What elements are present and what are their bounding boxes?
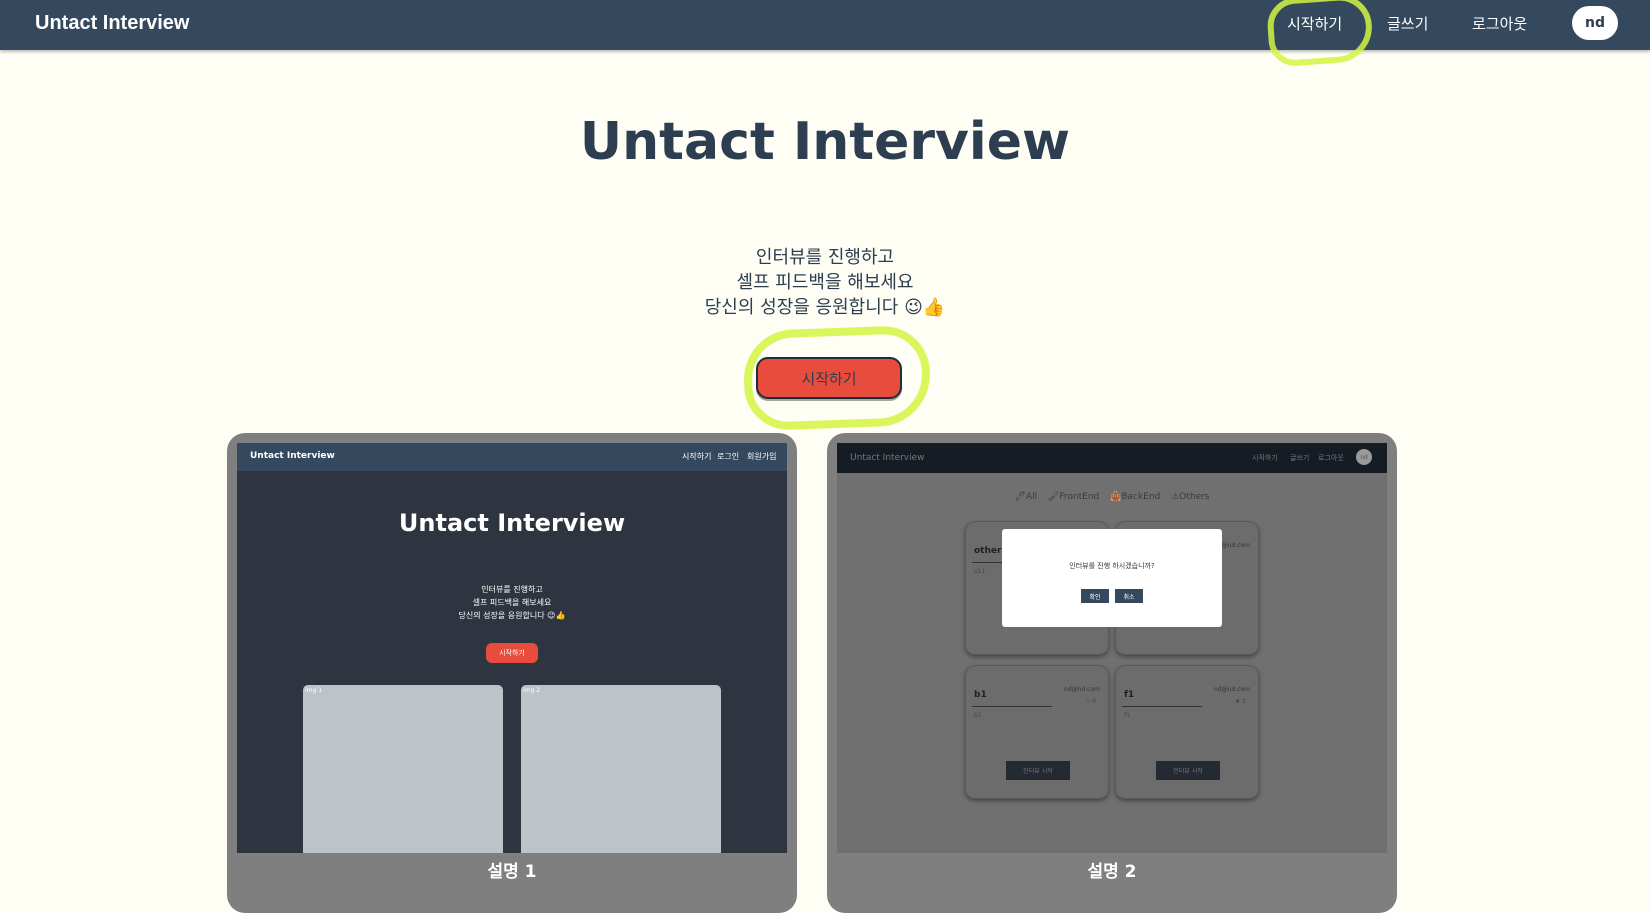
preview-brand: Untact Interview bbox=[850, 453, 925, 463]
preview-title: Untact Interview bbox=[398, 509, 626, 537]
feature-card-2: Untact Interview 시작하기 글쓰기 로그아웃 nd 🖊All 🖌… bbox=[827, 433, 1397, 913]
card-caption-1: 설명 1 bbox=[487, 862, 537, 882]
preview-filter-others: ⚠Others bbox=[1171, 492, 1210, 502]
brand-logo[interactable]: Untact Interview bbox=[35, 12, 189, 35]
board-preview: Untact Interview 시작하기 글쓰기 로그아웃 nd 🖊All 🖌… bbox=[837, 443, 1387, 853]
preview-confirm-modal: 인터뷰를 진행 하시겠습니까? 확인 취소 bbox=[1002, 529, 1222, 627]
preview-interview-button: 인터뷰 시작 bbox=[1156, 761, 1220, 780]
nav-start-link[interactable]: 시작하기 bbox=[1287, 13, 1342, 34]
preview-post-body: f1 bbox=[1124, 712, 1130, 719]
preview-link: 회원가입 bbox=[747, 452, 777, 461]
divider bbox=[972, 706, 1052, 707]
preview-panel-label: img 1 bbox=[305, 687, 323, 694]
preview-post-card: b1 nd@nd.com ☆ 0 b1 인터뷰 시작 bbox=[965, 665, 1109, 799]
preview-panel-label: img 2 bbox=[523, 687, 541, 694]
preview-modal-ok: 확인 bbox=[1081, 589, 1109, 603]
nav-logout-link[interactable]: 로그아웃 bbox=[1472, 13, 1527, 34]
user-avatar[interactable]: nd bbox=[1572, 6, 1618, 40]
preview-filter-all: 🖊All bbox=[1014, 492, 1038, 502]
preview-navbar: Untact Interview 시작하기 글쓰기 로그아웃 nd bbox=[837, 443, 1387, 473]
card-caption-2: 설명 2 bbox=[1087, 862, 1137, 882]
preview-post-card: f1 nd@nd.com ★ 1 f1 인터뷰 시작 bbox=[1115, 665, 1259, 799]
top-navbar: Untact Interview 시작하기 글쓰기 로그아웃 nd bbox=[0, 0, 1650, 50]
preview-filter-bar: 🖊All 🖌FrontEnd 👜BackEnd ⚠Others bbox=[837, 492, 1387, 502]
preview-post-rating: ★ 1 bbox=[1234, 698, 1246, 705]
preview-post-title: b1 bbox=[974, 690, 987, 700]
card-screenshot-1: Untact Interview 시작하기 로그인 회원가입 Untact In… bbox=[237, 443, 787, 853]
preview-link: 로그아웃 bbox=[1318, 454, 1344, 462]
hero-line-3: 당신의 성장을 응원합니다 bbox=[704, 297, 899, 318]
feature-card-1: Untact Interview 시작하기 로그인 회원가입 Untact In… bbox=[227, 433, 797, 913]
preview-post-body: o11 bbox=[974, 568, 986, 575]
preview-line: 인터뷰를 진행하고 bbox=[481, 585, 543, 594]
preview-avatar: nd bbox=[1356, 449, 1372, 465]
preview-link: 글쓰기 bbox=[1290, 454, 1310, 462]
preview-link: 시작하기 bbox=[682, 452, 712, 461]
page-title: Untact Interview bbox=[579, 112, 1071, 172]
homepage-preview: Untact Interview 시작하기 로그인 회원가입 Untact In… bbox=[237, 443, 787, 853]
hero-line-1: 인터뷰를 진행하고 bbox=[755, 247, 895, 268]
preview-interview-button: 인터뷰 시작 bbox=[1006, 761, 1070, 780]
preview-modal-text: 인터뷰를 진행 하시겠습니까? bbox=[1069, 562, 1155, 570]
preview-image-panel: img 2 bbox=[521, 685, 721, 853]
preview-post-body: b1 bbox=[974, 712, 982, 719]
nav-write-link[interactable]: 글쓰기 bbox=[1387, 13, 1428, 34]
preview-navbar: Untact Interview 시작하기 로그인 회원가입 bbox=[237, 443, 787, 471]
preview-description: 인터뷰를 진행하고 셀프 피드백을 해보세요 당신의 성장을 응원합니다 😉👍 bbox=[237, 583, 787, 622]
preview-post-email: nd@nd.com bbox=[1214, 686, 1250, 693]
start-button[interactable]: 시작하기 bbox=[756, 357, 902, 399]
divider bbox=[1122, 706, 1202, 707]
preview-filter-frontend: 🖌FrontEnd bbox=[1047, 492, 1100, 502]
preview-link: 시작하기 bbox=[1252, 454, 1278, 462]
preview-brand: Untact Interview bbox=[250, 451, 335, 461]
preview-post-rating: ☆ 0 bbox=[1084, 698, 1096, 705]
preview-line: 셀프 피드백을 해보세요 bbox=[472, 598, 552, 607]
card-screenshot-2: Untact Interview 시작하기 글쓰기 로그아웃 nd 🖊All 🖌… bbox=[837, 443, 1387, 853]
preview-modal-cancel: 취소 bbox=[1115, 589, 1143, 603]
preview-start-button: 시작하기 bbox=[486, 643, 538, 663]
preview-link: 로그인 bbox=[717, 452, 740, 461]
wink-thumbs-up-icon: 😉👍 bbox=[904, 297, 946, 318]
preview-post-title: f1 bbox=[1124, 690, 1135, 700]
hero-line-2: 셀프 피드백을 해보세요 bbox=[736, 272, 914, 293]
preview-image-panel: img 1 bbox=[303, 685, 503, 853]
hero-description: 인터뷰를 진행하고 셀프 피드백을 해보세요 당신의 성장을 응원합니다 😉👍 bbox=[0, 245, 1650, 320]
preview-post-email: nd@nd.com bbox=[1064, 686, 1100, 693]
preview-filter-backend: 👜BackEnd bbox=[1110, 492, 1161, 502]
preview-line: 당신의 성장을 응원합니다 😉👍 bbox=[458, 611, 566, 620]
hero-line-3-row: 당신의 성장을 응원합니다 😉👍 bbox=[0, 295, 1650, 320]
